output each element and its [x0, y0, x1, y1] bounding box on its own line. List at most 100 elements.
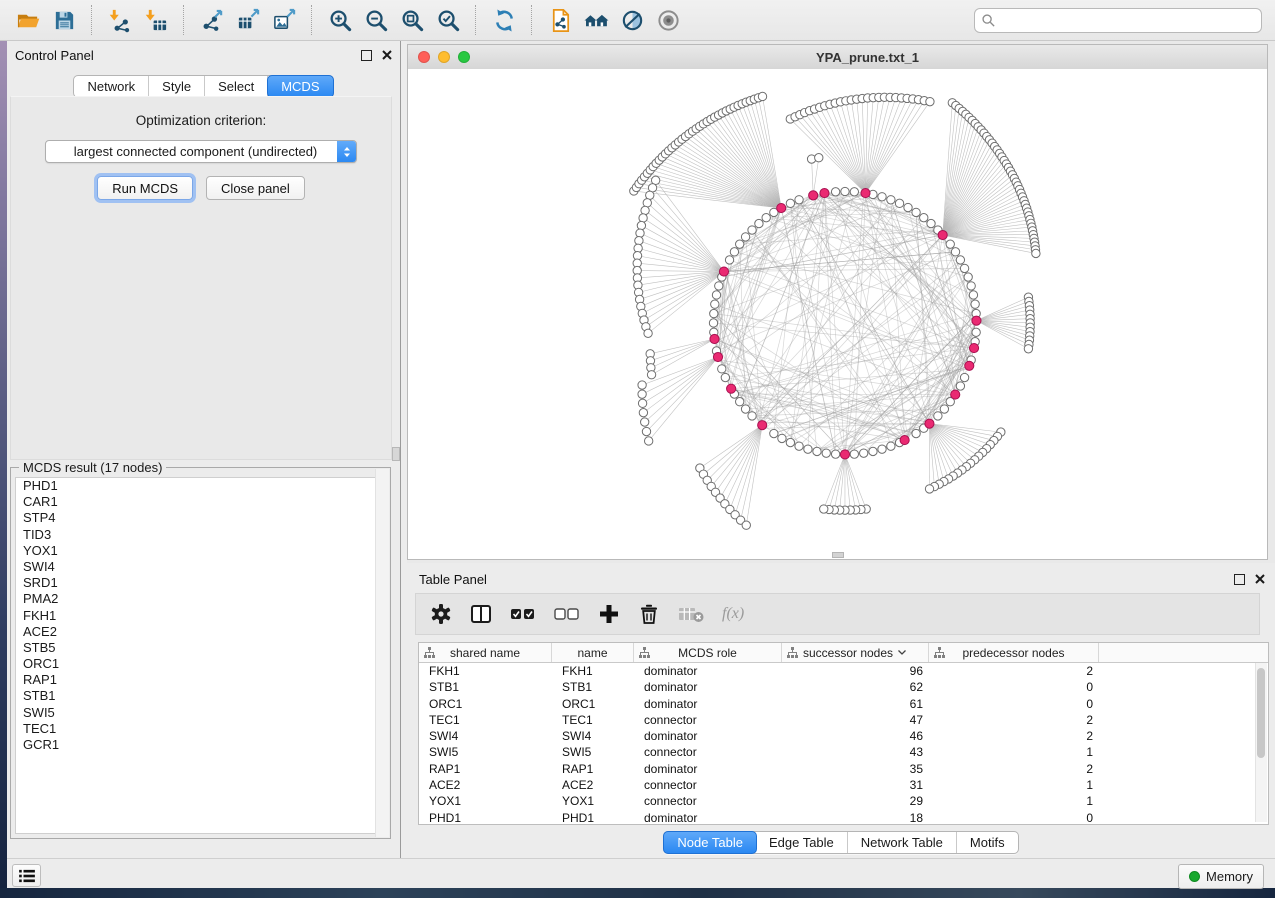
vertical-splitter-handle[interactable] [392, 447, 400, 461]
tab-node-table[interactable]: Node Table [663, 831, 757, 854]
tab-network-table[interactable]: Network Table [848, 832, 957, 853]
table-tabs: Node TableEdge TableNetwork TableMotifs [663, 831, 1018, 854]
close-panel-button[interactable]: Close panel [206, 176, 305, 200]
mcds-result-item[interactable]: SRD1 [16, 575, 385, 591]
table-cell: 35 [782, 761, 929, 777]
tab-style[interactable]: Style [149, 76, 205, 97]
mcds-result-item[interactable]: STB1 [16, 688, 385, 704]
select-all-icon[interactable] [510, 601, 536, 627]
column-header-mcds-role[interactable]: MCDS role [634, 643, 782, 662]
toggle-column-view-icon[interactable] [470, 601, 492, 627]
mcds-result-item[interactable]: ACE2 [16, 624, 385, 640]
mcds-result-item[interactable]: STB5 [16, 640, 385, 656]
table-row[interactable]: TEC1TEC1connector472 [419, 712, 1268, 728]
mcds-result-item[interactable]: ORC1 [16, 656, 385, 672]
delete-table-icon[interactable] [678, 601, 704, 627]
float-table-panel-icon[interactable] [1234, 574, 1245, 585]
show-all-icon[interactable] [650, 3, 686, 37]
criterion-dropdown[interactable]: largest connected component (undirected) [45, 140, 357, 163]
deselect-all-icon[interactable] [554, 601, 580, 627]
table-cell: 2 [929, 728, 1099, 744]
zoom-fit-icon[interactable] [394, 3, 430, 37]
search-input[interactable] [996, 9, 1261, 31]
mcds-result-item[interactable]: STP4 [16, 510, 385, 526]
table-header: shared namenameMCDS rolesuccessor nodesp… [419, 643, 1268, 663]
mcds-result-list: PHD1CAR1STP4TID3YOX1SWI4SRD1PMA2FKH1ACE2… [15, 477, 386, 834]
table-row[interactable]: RAP1RAP1dominator352 [419, 761, 1268, 777]
show-panels-button[interactable] [12, 864, 41, 887]
table-row[interactable]: STB1STB1dominator620 [419, 679, 1268, 695]
control-panel-title: Control Panel [15, 48, 94, 63]
close-table-panel-icon[interactable] [1255, 574, 1265, 584]
sort-descending-icon [897, 649, 907, 656]
tab-network[interactable]: Network [74, 76, 149, 97]
table-cell: 47 [782, 712, 929, 728]
table-row[interactable]: ACE2ACE2connector311 [419, 777, 1268, 793]
table-settings-icon[interactable] [430, 601, 452, 627]
zoom-selected-icon[interactable] [430, 3, 466, 37]
tab-mcds[interactable]: MCDS [267, 75, 333, 98]
export-image-icon[interactable] [266, 3, 302, 37]
mcds-result-item[interactable]: YOX1 [16, 543, 385, 559]
mcds-result-item[interactable]: FKH1 [16, 608, 385, 624]
column-header-shared-name[interactable]: shared name [419, 643, 552, 662]
mcds-result-item[interactable]: RAP1 [16, 672, 385, 688]
run-mcds-button[interactable]: Run MCDS [97, 176, 193, 200]
search-box[interactable] [974, 8, 1262, 33]
table-cell: 1 [929, 793, 1099, 809]
tab-motifs[interactable]: Motifs [957, 832, 1018, 853]
import-table-icon[interactable] [138, 3, 174, 37]
mcds-result-item[interactable]: CAR1 [16, 494, 385, 510]
table-row[interactable]: ORC1ORC1dominator610 [419, 696, 1268, 712]
table-cell: 18 [782, 810, 929, 826]
tab-edge-table[interactable]: Edge Table [756, 832, 848, 853]
first-neighbors-icon[interactable] [578, 3, 614, 37]
memory-button[interactable]: Memory [1178, 864, 1264, 889]
hide-selected-icon[interactable] [614, 3, 650, 37]
close-window-icon[interactable] [418, 51, 430, 63]
mcds-result-item[interactable]: PMA2 [16, 591, 385, 607]
network-canvas[interactable] [408, 69, 1267, 559]
table-cell: TEC1 [419, 712, 552, 728]
table-scrollbar-thumb[interactable] [1257, 668, 1265, 758]
new-network-from-selection-icon[interactable] [542, 3, 578, 37]
minimize-window-icon[interactable] [438, 51, 450, 63]
float-panel-icon[interactable] [361, 50, 372, 61]
table-cell: SWI5 [552, 744, 634, 760]
column-header-successor-nodes[interactable]: successor nodes [782, 643, 929, 662]
function-builder-icon[interactable]: f(x) [722, 605, 744, 623]
maximize-window-icon[interactable] [458, 51, 470, 63]
network-window-titlebar[interactable]: YPA_prune.txt_1 [408, 45, 1267, 70]
apply-layout-icon[interactable] [486, 3, 522, 37]
table-row[interactable]: SWI4SWI4dominator462 [419, 728, 1268, 744]
table-cell: 46 [782, 728, 929, 744]
mcds-result-item[interactable]: SWI5 [16, 705, 385, 721]
export-network-icon[interactable] [194, 3, 230, 37]
table-cell: dominator [634, 810, 782, 826]
zoom-in-icon[interactable] [322, 3, 358, 37]
table-cell: STB1 [552, 679, 634, 695]
horizontal-splitter-handle[interactable] [832, 552, 844, 558]
open-session-icon[interactable] [10, 3, 46, 37]
column-header-predecessor-nodes[interactable]: predecessor nodes [929, 643, 1099, 662]
table-row[interactable]: YOX1YOX1connector291 [419, 793, 1268, 809]
mcds-list-scrollbar[interactable] [375, 469, 389, 837]
tab-select[interactable]: Select [205, 76, 268, 97]
mcds-result-item[interactable]: PHD1 [16, 478, 385, 494]
table-row[interactable]: SWI5SWI5connector431 [419, 744, 1268, 760]
table-scrollbar[interactable] [1255, 663, 1267, 822]
column-header-name[interactable]: name [552, 643, 634, 662]
close-panel-icon[interactable] [382, 50, 392, 60]
table-row[interactable]: PHD1PHD1dominator180 [419, 810, 1268, 826]
mcds-result-item[interactable]: TID3 [16, 527, 385, 543]
mcds-result-item[interactable]: GCR1 [16, 737, 385, 753]
mcds-result-item[interactable]: TEC1 [16, 721, 385, 737]
delete-column-icon[interactable] [638, 601, 660, 627]
save-session-icon[interactable] [46, 3, 82, 37]
export-table-icon[interactable] [230, 3, 266, 37]
table-row[interactable]: FKH1FKH1dominator962 [419, 663, 1268, 679]
import-network-icon[interactable] [102, 3, 138, 37]
mcds-result-item[interactable]: SWI4 [16, 559, 385, 575]
zoom-out-icon[interactable] [358, 3, 394, 37]
create-column-icon[interactable] [598, 601, 620, 627]
